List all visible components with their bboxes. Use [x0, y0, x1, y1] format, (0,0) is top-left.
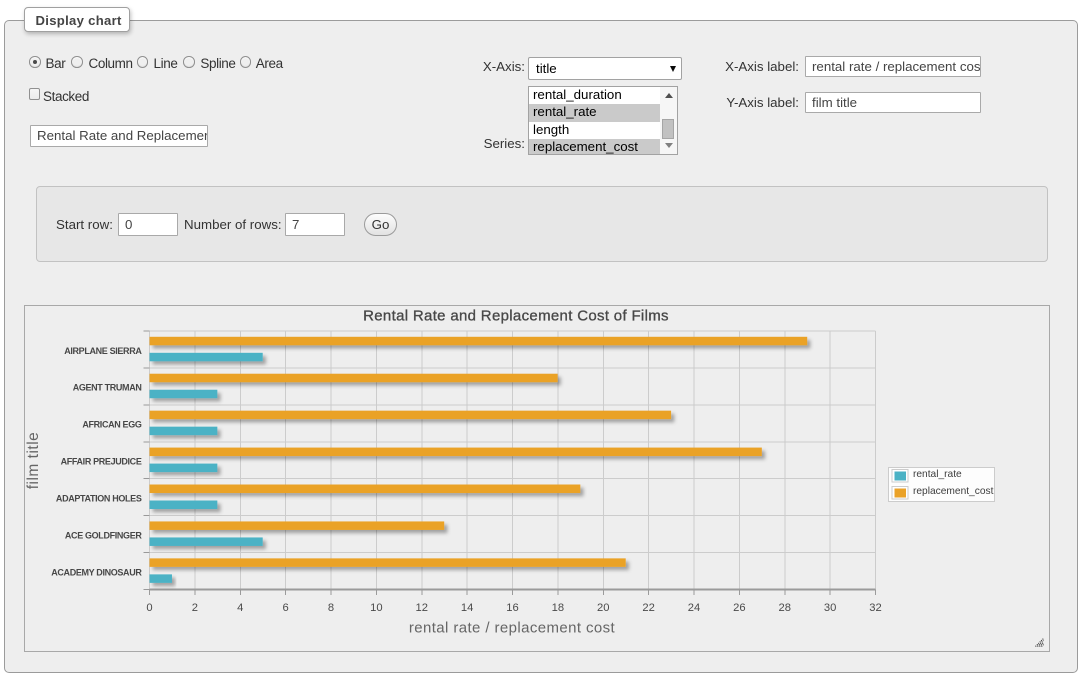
svg-text:24: 24	[688, 602, 700, 614]
svg-text:rental rate / replacement cost: rental rate / replacement cost	[409, 620, 616, 637]
svg-text:16: 16	[506, 602, 518, 614]
svg-text:18: 18	[552, 602, 564, 614]
svg-text:replacement_cost: replacement_cost	[913, 486, 994, 497]
svg-text:rental_rate: rental_rate	[913, 469, 962, 480]
svg-text:AFRICAN EGG: AFRICAN EGG	[82, 420, 141, 430]
svg-text:12: 12	[416, 602, 428, 614]
svg-text:Rental Rate and Replacement Co: Rental Rate and Replacement Cost of Film…	[363, 308, 669, 325]
svg-text:film title: film title	[25, 432, 42, 490]
svg-text:ACADEMY DINOSAUR: ACADEMY DINOSAUR	[51, 567, 142, 577]
svg-text:28: 28	[779, 602, 791, 614]
svg-text:0: 0	[146, 602, 152, 614]
svg-text:32: 32	[869, 602, 881, 614]
svg-text:2: 2	[192, 602, 198, 614]
svg-text:4: 4	[237, 602, 243, 614]
svg-text:20: 20	[597, 602, 609, 614]
svg-text:AFFAIR PREJUDICE: AFFAIR PREJUDICE	[61, 457, 142, 467]
svg-text:10: 10	[370, 602, 382, 614]
svg-text:30: 30	[824, 602, 836, 614]
svg-text:8: 8	[328, 602, 334, 614]
svg-text:26: 26	[733, 602, 745, 614]
svg-text:22: 22	[642, 602, 654, 614]
svg-text:AGENT TRUMAN: AGENT TRUMAN	[73, 383, 142, 393]
svg-text:14: 14	[461, 602, 473, 614]
svg-text:6: 6	[283, 602, 289, 614]
svg-text:ACE GOLDFINGER: ACE GOLDFINGER	[65, 530, 142, 540]
svg-text:ADAPTATION HOLES: ADAPTATION HOLES	[56, 493, 142, 503]
svg-text:AIRPLANE SIERRA: AIRPLANE SIERRA	[64, 346, 142, 356]
